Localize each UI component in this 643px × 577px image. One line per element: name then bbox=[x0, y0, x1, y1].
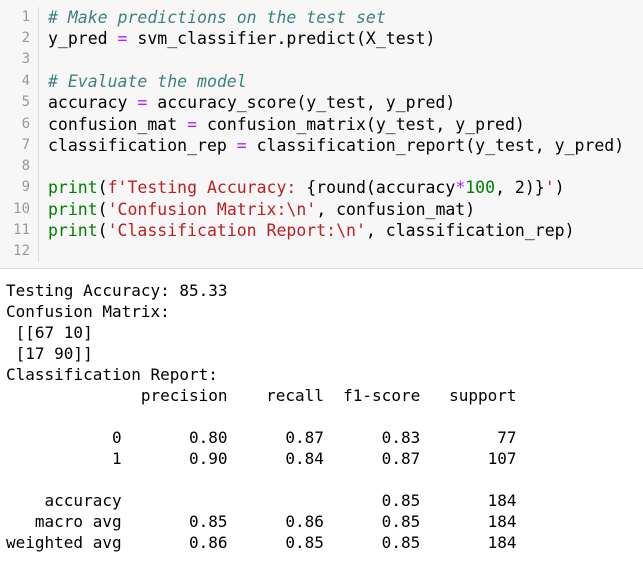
code-line-1: 1 # Make predictions on the test set bbox=[0, 7, 643, 28]
code-text: y_pred = svm_classifier.predict(X_test) bbox=[48, 29, 436, 48]
code-line-4: 4 # Evaluate the model bbox=[0, 71, 643, 92]
line-number: 6 bbox=[21, 116, 30, 132]
output-matrix-row: [17 90]] bbox=[6, 344, 93, 363]
output-report-row: macro avg 0.85 0.86 0.85 184 bbox=[6, 512, 517, 531]
line-number: 10 bbox=[13, 201, 30, 217]
code-line-6: 6 confusion_mat = confusion_matrix(y_tes… bbox=[0, 114, 643, 135]
line-number: 2 bbox=[21, 30, 30, 46]
output-report-header: Classification Report: bbox=[6, 365, 218, 384]
cell-output: Testing Accuracy: 85.33 Confusion Matrix… bbox=[0, 270, 643, 577]
line-number: 5 bbox=[21, 94, 30, 110]
output-report-row: 0 0.80 0.87 0.83 77 bbox=[6, 428, 517, 447]
output-report-row: 1 0.90 0.84 0.87 107 bbox=[6, 449, 517, 468]
code-text: print('Confusion Matrix:\n', confusion_m… bbox=[48, 200, 476, 219]
output-report-row: accuracy 0.85 184 bbox=[6, 491, 517, 510]
code-cell[interactable]: 1 # Make predictions on the test set 2 y… bbox=[0, 0, 643, 269]
code-line-8: 8 bbox=[0, 156, 643, 177]
output-confusion-header: Confusion Matrix: bbox=[6, 302, 170, 321]
output-report-row: weighted avg 0.86 0.85 0.85 184 bbox=[6, 533, 517, 552]
code-line-12: 12 bbox=[0, 241, 643, 262]
code-text: classification_rep = classification_repo… bbox=[48, 136, 625, 155]
output-matrix-row: [[67 10] bbox=[6, 323, 93, 342]
code-comment: # Make predictions on the test set bbox=[48, 8, 386, 27]
line-number: 8 bbox=[21, 158, 30, 174]
line-number: 4 bbox=[21, 73, 30, 89]
code-line-7: 7 classification_rep = classification_re… bbox=[0, 135, 643, 156]
line-number: 9 bbox=[21, 179, 30, 195]
line-number: 7 bbox=[21, 137, 30, 153]
output-report-columns: precision recall f1-score support bbox=[6, 386, 517, 405]
code-text: print('Classification Report:\n', classi… bbox=[48, 221, 575, 240]
code-text: print(f'Testing Accuracy: {round(accurac… bbox=[48, 178, 565, 197]
line-number: 1 bbox=[21, 9, 30, 25]
code-line-10: 10 print('Confusion Matrix:\n', confusio… bbox=[0, 199, 643, 220]
code-line-9: 9 print(f'Testing Accuracy: {round(accur… bbox=[0, 177, 643, 198]
code-text: accuracy = accuracy_score(y_test, y_pred… bbox=[48, 93, 456, 112]
code-text: confusion_mat = confusion_matrix(y_test,… bbox=[48, 115, 525, 134]
line-number: 3 bbox=[21, 51, 30, 67]
code-line-2: 2 y_pred = svm_classifier.predict(X_test… bbox=[0, 28, 643, 49]
line-number: 12 bbox=[13, 243, 30, 259]
code-line-5: 5 accuracy = accuracy_score(y_test, y_pr… bbox=[0, 92, 643, 113]
code-line-3: 3 bbox=[0, 49, 643, 70]
line-number: 11 bbox=[13, 222, 30, 238]
code-line-11: 11 print('Classification Report:\n', cla… bbox=[0, 220, 643, 241]
output-accuracy: Testing Accuracy: 85.33 bbox=[6, 281, 228, 300]
code-comment: # Evaluate the model bbox=[48, 72, 247, 91]
